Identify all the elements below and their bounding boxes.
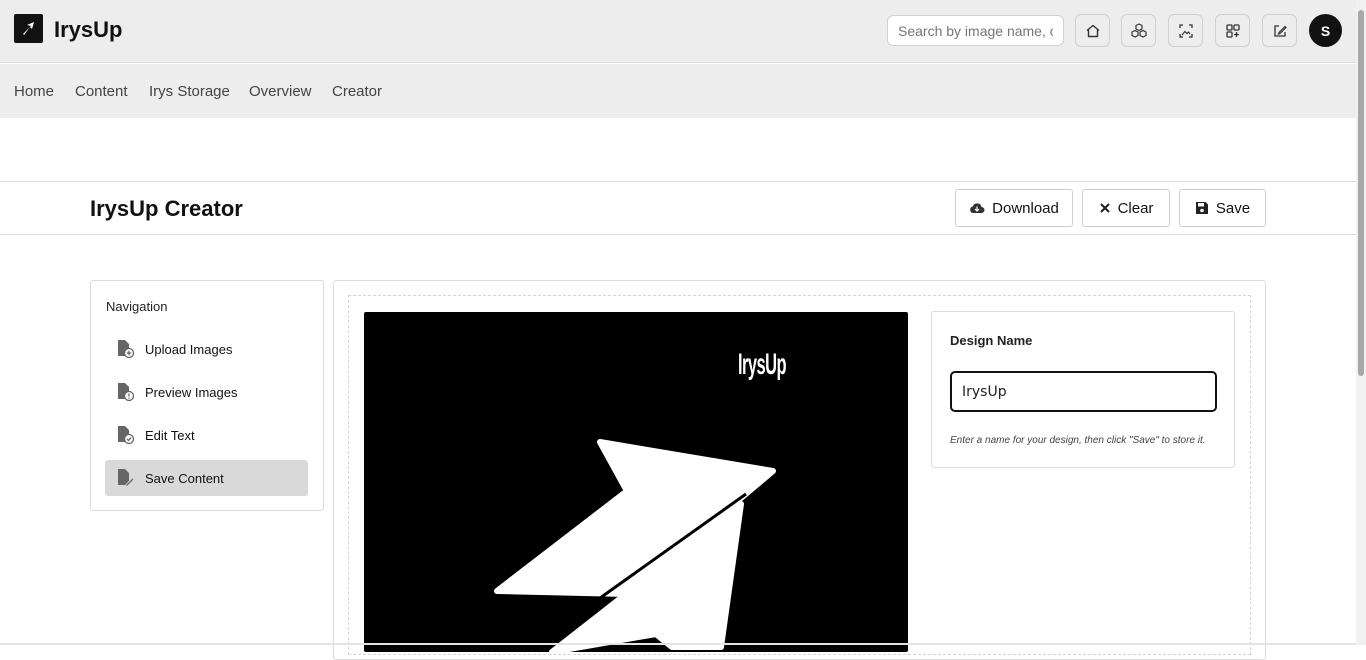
cloud-download-icon <box>970 203 985 213</box>
sidebar-item-save-content[interactable]: Save Content <box>105 460 308 496</box>
arrow-logo-graphic <box>494 439 776 652</box>
divider <box>0 234 1356 235</box>
nav-link-irys-storage[interactable]: Irys Storage <box>149 83 230 100</box>
sidebar-item-label: Edit Text <box>145 427 195 443</box>
home-button[interactable] <box>1075 14 1110 47</box>
edit-button[interactable] <box>1262 14 1297 47</box>
edit-icon <box>1273 24 1287 37</box>
file-check-icon <box>118 426 135 445</box>
sidebar-item-label: Upload Images <box>145 341 233 357</box>
image-scan-icon <box>1178 23 1193 38</box>
download-label: Download <box>992 199 1059 217</box>
logo-icon[interactable] <box>14 14 43 43</box>
close-icon <box>1099 203 1110 213</box>
nav-link-home[interactable]: Home <box>14 83 54 100</box>
download-button[interactable]: Download <box>955 189 1073 227</box>
cubes-icon <box>1130 22 1147 38</box>
file-edit-icon <box>118 469 135 488</box>
avatar[interactable]: S <box>1309 14 1342 47</box>
design-canvas[interactable]: IrysUp <box>364 312 908 652</box>
scrollbar-thumb[interactable] <box>1358 10 1364 376</box>
app-name[interactable]: IrysUp <box>54 17 122 43</box>
divider <box>0 181 1356 182</box>
home-icon <box>1086 24 1099 37</box>
search-input[interactable] <box>887 15 1064 46</box>
creator-navigation: Navigation Upload Images Preview Images … <box>90 280 324 511</box>
main-nav: Home Content Irys Storage Overview Creat… <box>0 64 1356 118</box>
design-name-card: Design Name Enter a name for your design… <box>931 311 1235 468</box>
sidebar-item-upload-images[interactable]: Upload Images <box>105 331 308 367</box>
sidebar-item-label: Preview Images <box>145 384 238 400</box>
save-button[interactable]: Save <box>1179 189 1266 227</box>
top-bar: IrysUp S <box>0 0 1356 63</box>
image-scan-button[interactable] <box>1168 14 1203 47</box>
page-title: IrysUp Creator <box>90 196 243 221</box>
navigation-title: Navigation <box>106 299 168 314</box>
clear-label: Clear <box>1117 199 1154 217</box>
sidebar-item-label: Save Content <box>145 470 224 486</box>
clear-button[interactable]: Clear <box>1082 189 1170 227</box>
design-name-hint: Enter a name for your design, then click… <box>950 435 1206 446</box>
nav-link-content[interactable]: Content <box>75 83 128 100</box>
sidebar-item-preview-images[interactable]: Preview Images <box>105 374 308 410</box>
design-name-input[interactable] <box>950 371 1217 412</box>
nav-link-overview[interactable]: Overview <box>249 83 312 100</box>
page-scrollbar[interactable] <box>1356 0 1366 645</box>
nav-link-creator[interactable]: Creator <box>332 83 382 100</box>
floppy-disk-icon <box>1195 202 1208 214</box>
save-label: Save <box>1215 199 1251 217</box>
design-name-label: Design Name <box>950 333 1033 348</box>
cubes-button[interactable] <box>1121 14 1156 47</box>
file-plus-icon <box>118 340 135 359</box>
file-alert-icon <box>118 383 135 402</box>
sidebar-item-edit-text[interactable]: Edit Text <box>105 417 308 453</box>
apps-add-icon <box>1225 23 1240 38</box>
apps-add-button[interactable] <box>1215 14 1250 47</box>
